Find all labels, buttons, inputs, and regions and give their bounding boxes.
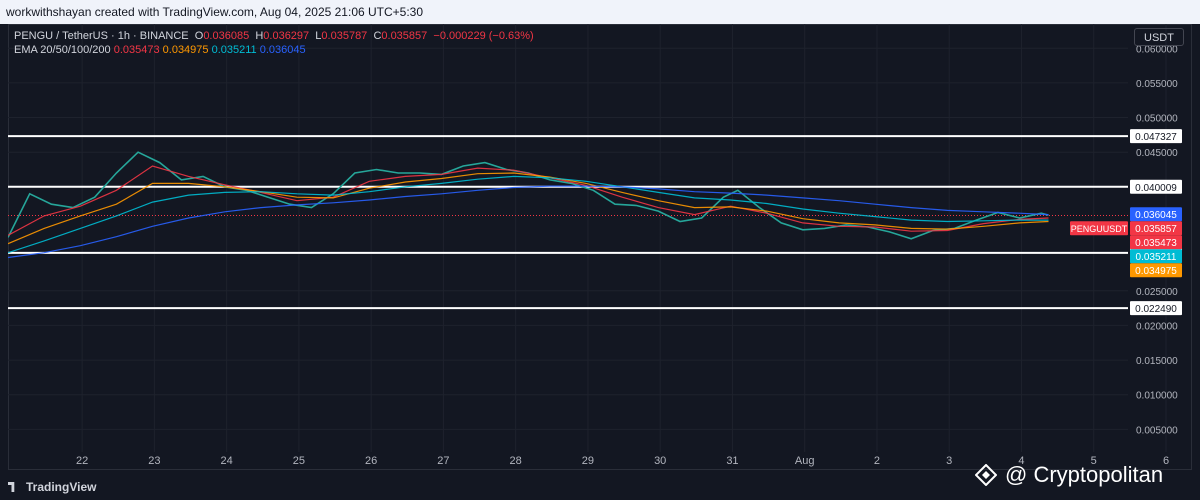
x-tick-label: 28: [510, 455, 522, 467]
ema-values: 0.035473 0.034975 0.035211 0.036045: [114, 44, 306, 56]
price-chart[interactable]: 22 23 24 25 26 27 28 29 30 31 Aug 2 3 4 5 60.0600000.05…: [8, 24, 1192, 470]
watermark: @ Cryptopolitan: [975, 459, 1163, 491]
change-value: −0.000229 (−0.63%): [433, 30, 534, 42]
x-tick-label: 30: [654, 455, 666, 467]
y-tick-label: 0.020000: [1136, 321, 1178, 332]
ema-legend: EMA 20/50/100/200 0.035473 0.034975 0.03…: [14, 44, 306, 56]
level-tag-label: 0.040009: [1135, 183, 1177, 194]
y-tick-label: 0.045000: [1136, 148, 1178, 159]
ema-label: EMA 20/50/100/200: [14, 44, 111, 56]
symbol-tag-label: PENGUUSDT: [1071, 224, 1128, 234]
x-tick-label: Aug: [795, 455, 815, 467]
ema-value: 0.034975: [159, 44, 209, 56]
x-tick-label: 25: [293, 455, 305, 467]
x-tick-label: 3: [946, 455, 952, 467]
currency-button[interactable]: USDT: [1134, 28, 1184, 46]
price-tag-label: 0.036045: [1135, 210, 1177, 221]
level-tag-label: 0.047327: [1135, 132, 1177, 143]
watermark-text: @ Cryptopolitan: [1005, 462, 1164, 487]
ema-value: 0.036045: [256, 44, 306, 56]
price-series-line: [8, 151, 1049, 240]
tradingview-logo: TradingView: [8, 480, 96, 494]
close-value: 0.035857: [381, 30, 428, 42]
diamond-logo-icon: [975, 464, 997, 486]
y-tick-label: 0.025000: [1136, 287, 1178, 298]
low-value: 0.035787: [321, 30, 368, 42]
x-tick-label: 6: [1163, 455, 1169, 467]
high-value: 0.036297: [263, 30, 310, 42]
tradingview-logo-text: TradingView: [26, 480, 97, 494]
x-tick-label: 31: [726, 455, 738, 467]
price-tag-label: 0.035473: [1135, 238, 1177, 249]
y-tick-label: 0.015000: [1136, 356, 1178, 367]
x-tick-label: 27: [437, 455, 449, 467]
y-tick-label: 0.050000: [1136, 114, 1178, 125]
y-tick-label: 0.005000: [1136, 425, 1178, 436]
x-tick-label: 2: [874, 455, 880, 467]
ema-value: 0.035211: [208, 44, 257, 56]
x-tick-label: 24: [221, 455, 233, 467]
x-tick-label: 22: [76, 455, 88, 467]
top-bar: workwithshayan created with TradingView.…: [0, 0, 1200, 24]
level-tag-label: 0.022490: [1135, 304, 1177, 315]
open-value: 0.036085: [203, 30, 250, 42]
ema-series-line: [8, 185, 1049, 259]
ema-value: 0.035473: [113, 44, 160, 56]
price-tag-label: 0.035857: [1135, 224, 1177, 235]
symbol-legend: PENGU / TetherUS · 1h · BINANCE O0.03608…: [14, 30, 534, 42]
price-tag-label: 0.035211: [1136, 252, 1177, 263]
symbol-label: PENGU / TetherUS · 1h · BINANCE: [14, 30, 189, 42]
price-tag-label: 0.034975: [1135, 266, 1177, 277]
chart-attribution: workwithshayan created with TradingView.…: [6, 5, 424, 19]
ema-series-line: [8, 175, 1049, 254]
tradingview-logo-icon: [8, 482, 15, 492]
x-tick-label: 29: [582, 455, 594, 467]
y-tick-label: 0.010000: [1136, 391, 1178, 402]
x-tick-label: 26: [365, 455, 377, 467]
y-tick-label: 0.055000: [1136, 79, 1178, 90]
x-tick-label: 23: [148, 455, 160, 467]
